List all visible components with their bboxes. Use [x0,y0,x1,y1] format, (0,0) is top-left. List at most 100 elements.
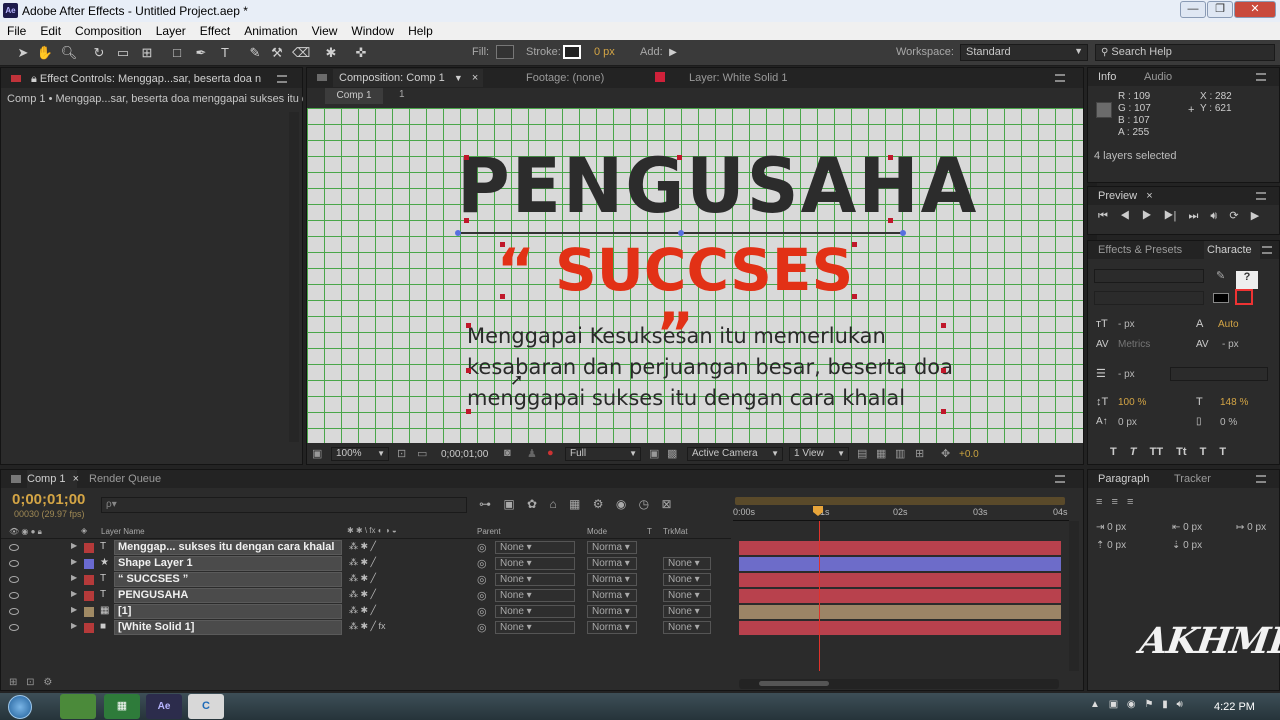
layer-duration-bar[interactable] [739,621,1061,635]
transparency-grid-icon[interactable]: ▩ [667,447,677,460]
path-vertex-handle[interactable] [678,230,684,236]
resolution-dropdown[interactable]: Full ▼ [565,447,641,461]
roto-brush-tool-icon[interactable]: ✱ [322,44,340,62]
layer-duration-bar[interactable] [739,573,1061,587]
composition-viewer[interactable]: PENGUSAHA “ SUCCSES ” Menggapai Kesukses… [307,108,1083,443]
transform-handle[interactable] [941,368,946,373]
font-size-value[interactable]: - px [1118,319,1135,330]
menu-edit[interactable]: Edit [33,22,68,39]
transform-handle[interactable] [852,294,857,299]
transform-handle[interactable] [941,323,946,328]
help-icon[interactable]: ? [1236,271,1258,289]
tray-network-icon[interactable]: ▣ [1109,699,1118,710]
breadcrumb-index[interactable]: 1 [399,89,405,100]
menu-layer[interactable]: Layer [149,22,193,39]
path-vertex-handle[interactable] [455,230,461,236]
safe-zones-icon[interactable]: ⊡ [397,447,406,460]
ram-preview-icon[interactable]: ▶ [1251,210,1259,222]
vertical-scale-value[interactable]: 100 % [1118,397,1146,408]
rectangle-tool-icon[interactable]: □ [168,44,186,62]
viewer-timecode[interactable]: 0;00;01;00 [441,449,488,460]
tab-info[interactable]: Info [1098,68,1116,86]
flowchart-icon[interactable]: ⊞ [915,447,924,460]
motion-blur-icon[interactable]: ▦ [569,497,580,511]
zoom-slider-thumb[interactable] [759,681,829,686]
maximize-button[interactable]: ❐ [1207,1,1233,18]
search-help-field[interactable]: ⚲ Search Help [1095,44,1275,61]
toggle-switches-icon[interactable]: ⊞ [9,677,17,688]
stroke-width-value[interactable]: 0 px [594,46,615,58]
breadcrumb-comp[interactable]: Comp 1 [325,88,383,104]
frame-blending-icon[interactable]: ⌂ [549,497,556,511]
minimize-button[interactable]: — [1180,1,1206,18]
column-layer-name[interactable]: Layer Name [101,527,145,536]
layer-duration-bar[interactable] [739,605,1061,619]
column-t[interactable]: T [647,527,652,536]
play-icon[interactable]: ▶ [1142,210,1152,222]
zoom-tool-icon[interactable]: 🔍︎ [60,44,78,62]
timeline-icon[interactable]: ▥ [895,447,905,460]
tray-flag-icon[interactable]: ⚑ [1144,699,1153,710]
transform-handle[interactable] [852,242,857,247]
tray-expand-icon[interactable]: ▲ [1090,699,1100,710]
tab-character[interactable]: Characte [1204,241,1260,259]
start-button[interactable] [8,695,32,719]
transform-handle[interactable] [500,242,505,247]
graph-editor-icon[interactable]: ◷ [639,497,649,511]
transform-handle[interactable] [466,409,471,414]
close-button[interactable]: ✕ [1234,1,1276,18]
transform-handle[interactable] [677,155,682,160]
last-frame-icon[interactable]: ⏭ [1188,210,1198,222]
auto-keyframe-icon[interactable]: ◉ [616,497,626,511]
superscript-button[interactable]: T [1200,446,1207,458]
audio-icon[interactable]: 🔊︎ [1210,210,1217,222]
eyedropper-icon[interactable]: ✎ [1216,269,1225,282]
tray-volume-icon[interactable]: 🔊︎ [1176,699,1182,710]
menu-view[interactable]: View [305,22,345,39]
puppet-pin-tool-icon[interactable]: ✜ [352,44,370,62]
expand-icon[interactable]: ⚙ [43,677,52,688]
menu-animation[interactable]: Animation [237,22,304,39]
layer-duration-bar[interactable] [739,589,1061,603]
stroke-style-dropdown[interactable] [1170,367,1268,381]
timeline-scrollbar[interactable] [1069,521,1079,671]
region-of-interest-icon[interactable]: ▣ [649,447,659,460]
tray-battery-icon[interactable]: ▮ [1162,699,1168,710]
baseline-shift-value[interactable]: 0 px [1118,417,1137,428]
brainstorm-icon[interactable]: ⚙ [593,497,604,511]
clone-stamp-tool-icon[interactable]: ⚒ [268,44,286,62]
taskbar-after-effects-icon[interactable]: Ae [146,694,182,719]
column-trkmat[interactable]: TrkMat [663,527,688,536]
faux-bold-button[interactable]: T [1110,446,1117,458]
view-layout-dropdown[interactable]: 1 View ▼ [789,447,849,461]
fill-color-swatch[interactable] [1213,293,1229,303]
close-tab-icon[interactable]: × [1146,190,1152,202]
panel-menu-icon[interactable] [1055,475,1065,483]
always-preview-icon[interactable]: ▣ [312,447,322,460]
pan-behind-tool-icon[interactable]: ⊞ [138,44,156,62]
loop-icon[interactable]: ⟳ [1229,210,1238,222]
draft-3d-icon[interactable]: ▣ [503,497,514,511]
fast-previews-icon[interactable]: ▦ [876,447,886,460]
toggle-pixel-aspect-icon[interactable]: ▤ [857,447,867,460]
time-ruler[interactable]: 0:00s 01s 02s 03s 04s [733,497,1069,521]
align-left-icon[interactable]: ≡ [1096,496,1102,508]
stroke-color-swatch[interactable] [1235,289,1253,305]
live-update-icon[interactable]: ⊠ [661,497,671,511]
menu-file[interactable]: File [0,22,33,39]
next-frame-icon[interactable]: ▶| [1164,210,1177,222]
font-style-dropdown[interactable] [1094,291,1204,305]
transform-handle[interactable] [466,323,471,328]
show-snapshot-icon[interactable]: ♟ [527,447,537,460]
snapshot-icon[interactable]: ◙ [504,447,511,459]
align-center-icon[interactable]: ≡ [1111,496,1117,508]
menu-effect[interactable]: Effect [193,22,237,39]
hide-shy-layers-icon[interactable]: ✿ [527,497,537,511]
tab-composition[interactable]: Composition: Comp 1 ▼ × [333,69,483,87]
pen-tool-icon[interactable]: ✒ [192,44,210,62]
column-parent[interactable]: Parent [477,527,501,536]
tab-footage[interactable]: Footage: (none) [526,69,604,87]
taskbar-clock[interactable]: 4:22 PM [1214,701,1255,713]
layer-duration-bar[interactable] [739,557,1061,571]
transform-handle[interactable] [941,409,946,414]
